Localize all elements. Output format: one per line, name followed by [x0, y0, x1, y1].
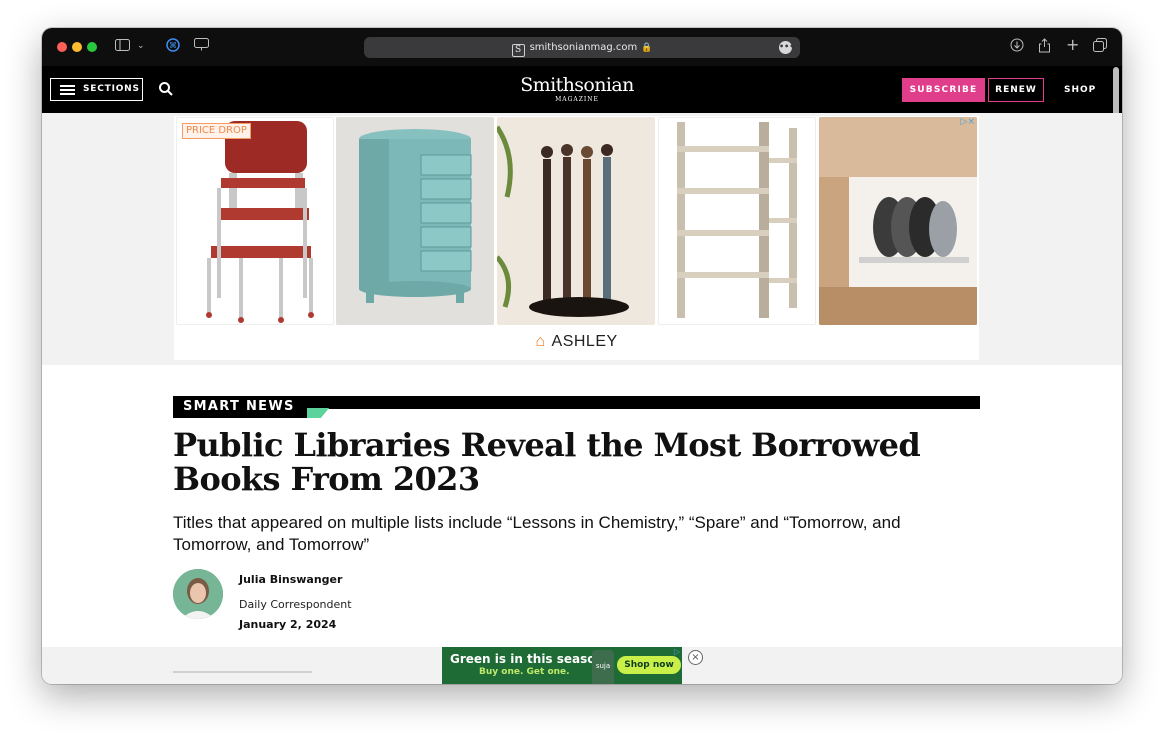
author-avatar[interactable] — [173, 569, 223, 619]
tab-overview-icon[interactable] — [1093, 38, 1107, 57]
ashley-logo[interactable]: ⌂ ASHLEY — [174, 333, 979, 351]
ad-product-figurines[interactable] — [497, 117, 655, 325]
sticky-bottom-ad[interactable]: Green is in this season. Buy one. Get on… — [442, 647, 682, 684]
browser-toolbar: ⌄ ⌘ Ssmithsonianmag.com 🔒 ••• + — [42, 28, 1122, 66]
bottle-label: suja — [595, 662, 611, 670]
ad-product-step-stool[interactable]: PRICE DROP — [176, 117, 334, 325]
share-icon[interactable] — [1038, 38, 1051, 58]
author-role: Daily Correspondent — [239, 598, 352, 611]
extension-icon[interactable]: ⌘ — [166, 38, 180, 57]
close-ad-icon[interactable]: × — [688, 650, 703, 665]
chevron-down-icon[interactable]: ⌄ — [137, 37, 145, 55]
url-text: smithsonianmag.com — [529, 42, 638, 53]
ad-product-jewelry-armoire[interactable] — [336, 117, 494, 325]
shop-link[interactable]: SHOP — [1064, 78, 1096, 102]
sections-label: SECTIONS — [83, 84, 140, 94]
sticky-ad-subline: Buy one. Get one. — [479, 667, 570, 677]
ad-band: PRICE DROP ▷× ⌂ ASHLEY — [42, 113, 1122, 365]
subscribe-button[interactable]: SUBSCRIBE — [902, 78, 985, 102]
browser-window: ⌄ ⌘ Ssmithsonianmag.com🔒 ••• + SECTIONS — [42, 28, 1122, 684]
article-title: Public Libraries Reveal the Most Borrowe… — [173, 426, 921, 498]
page-menu-icon[interactable]: ••• — [779, 41, 794, 54]
smithsonian-logo[interactable]: Smithsonian MAGAZINE — [512, 74, 642, 103]
zoom-window-button[interactable] — [87, 42, 97, 52]
address-bar[interactable]: Ssmithsonianmag.com 🔒 ••• — [364, 37, 800, 58]
renew-button[interactable]: RENEW — [988, 78, 1044, 102]
author-name[interactable]: Julia Binswanger — [239, 573, 342, 586]
svg-text:⌘: ⌘ — [169, 41, 177, 50]
lock-icon: 🔒 — [641, 43, 653, 53]
download-icon[interactable] — [1010, 38, 1024, 57]
price-drop-badge: PRICE DROP — [182, 123, 251, 139]
search-icon[interactable] — [158, 81, 174, 97]
publish-date: January 2, 2024 — [239, 618, 337, 631]
section-label[interactable]: SMART NEWS — [173, 396, 307, 418]
ad-product-corner-shelving[interactable] — [658, 117, 816, 325]
sections-button[interactable]: SECTIONS — [50, 78, 143, 101]
sticky-adchoices-icon[interactable]: ▷ — [674, 647, 680, 656]
article-dek: Titles that appeared on multiple lists i… — [173, 513, 901, 554]
sidebar-icon[interactable] — [115, 38, 130, 56]
close-window-button[interactable] — [57, 42, 67, 52]
logo-subline: MAGAZINE — [555, 96, 599, 103]
house-icon: ⌂ — [535, 333, 546, 350]
new-tab-icon[interactable]: + — [1066, 36, 1079, 54]
site-header: SECTIONS Smithsonian MAGAZINE SUBSCRIBE … — [42, 66, 1122, 113]
juice-bottle-image: suja — [592, 650, 614, 684]
shop-now-button[interactable]: Shop now — [617, 656, 681, 674]
password-icon[interactable] — [194, 38, 209, 56]
adchoices-icon[interactable]: ▷× — [961, 117, 975, 127]
ashley-brand-text: ASHLEY — [551, 333, 618, 350]
hamburger-icon — [60, 85, 75, 95]
ad-product-pot-lid-organizer[interactable]: ▷× — [819, 117, 977, 325]
ashley-advert[interactable]: PRICE DROP ▷× ⌂ ASHLEY — [174, 116, 979, 360]
logo-wordmark: Smithsonian — [520, 74, 634, 96]
sticky-ad-headline: Green is in this season. — [450, 652, 609, 666]
site-favicon: S — [511, 44, 525, 57]
divider — [173, 671, 312, 673]
minimize-window-button[interactable] — [72, 42, 82, 52]
